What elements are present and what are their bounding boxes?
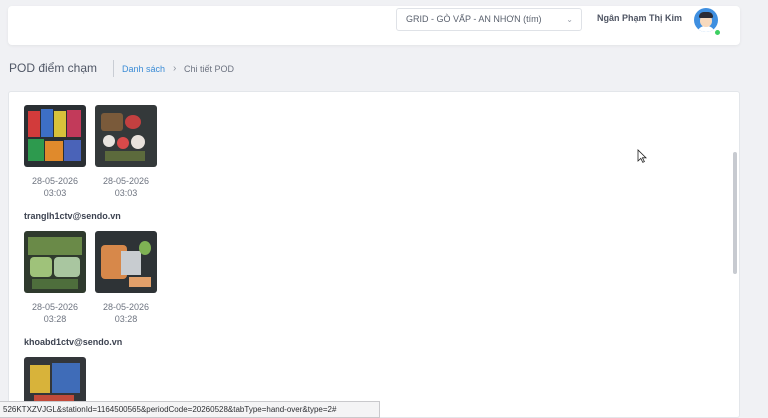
page-title: POD điểm chạm [9,61,98,75]
pod-photo[interactable] [24,105,86,167]
status-url-bar: 526KTXZVJGL&stationId=1164500565&periodC… [0,401,380,418]
mouse-cursor-icon [637,149,647,163]
breadcrumb-current: Chi tiết POD [184,64,235,74]
station-select[interactable]: GRID - GÒ VẤP - AN NHƠN (tím) ⌄ [396,8,582,31]
pod-photo[interactable] [24,231,86,293]
pod-photo[interactable] [95,105,157,167]
photo-timestamp: 28-05-2026 03:28 [31,302,79,324]
breadcrumb-link-list[interactable]: Danh sách [122,64,165,74]
breadcrumb-divider [113,60,114,77]
user-name[interactable]: Ngân Phạm Thị Kim [597,13,682,23]
chevron-down-icon: ⌄ [566,15,573,24]
station-select-value: GRID - GÒ VẤP - AN NHƠN (tím) [406,14,542,24]
photo-timestamp: 28-05-2026 03:03 [31,176,79,198]
scrollbar-thumb[interactable] [733,152,737,274]
pod-photo[interactable] [95,231,157,293]
collector-email: khoabd1ctv@sendo.vn [24,337,123,347]
collector-email: tranglh1ctv@sendo.vn [24,211,121,221]
online-status-icon [714,29,721,36]
top-header-bar [8,6,740,45]
photo-timestamp: 28-05-2026 03:28 [102,302,150,324]
chevron-right-icon: › [173,63,177,74]
pod-detail-card: 28-05-2026 03:03 28-05-2026 03:03 trangl… [8,91,740,418]
photo-timestamp: 28-05-2026 03:03 [102,176,150,198]
avatar[interactable] [694,8,718,32]
